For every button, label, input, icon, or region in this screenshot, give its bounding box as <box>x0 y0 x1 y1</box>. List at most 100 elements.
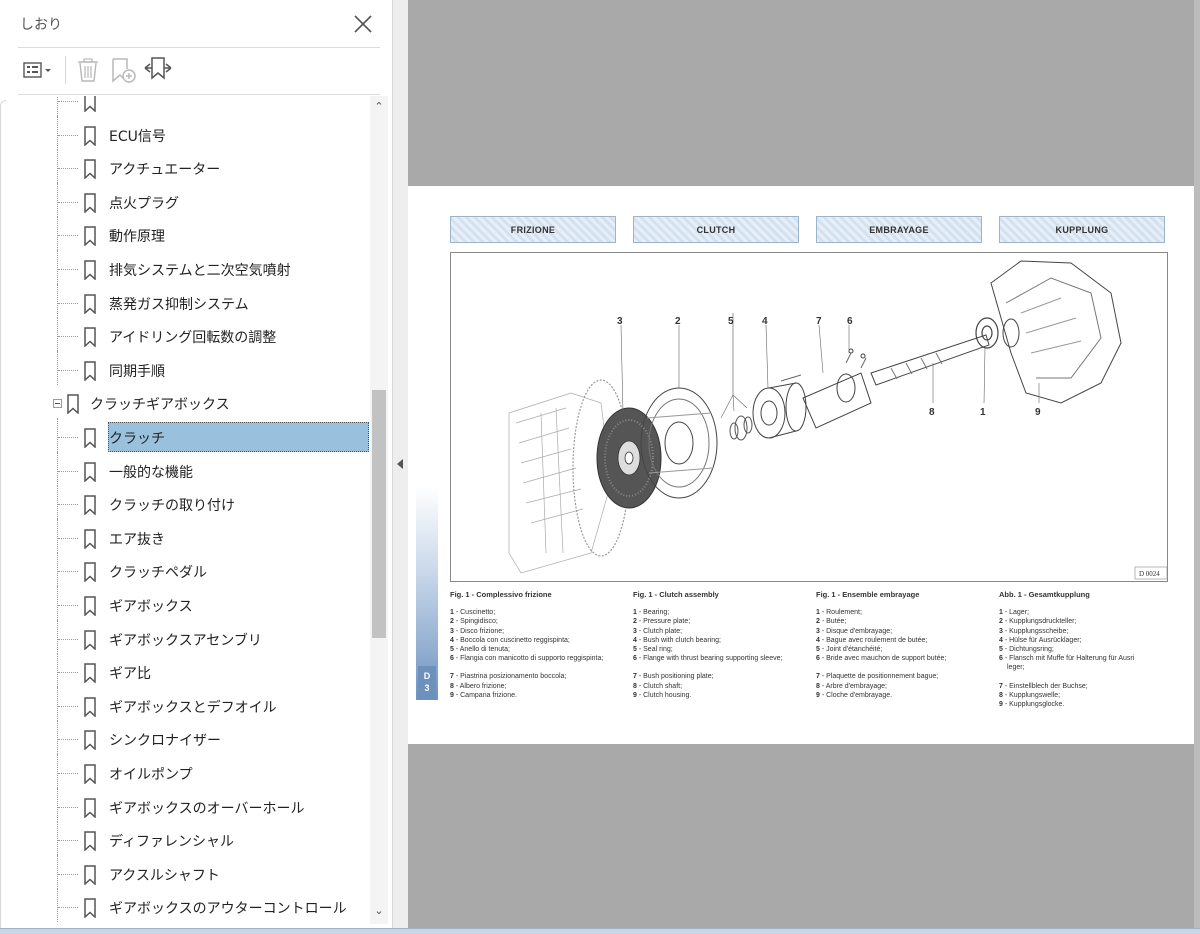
bookmark-icon <box>84 495 96 516</box>
trash-icon <box>78 58 98 82</box>
bookmark-item[interactable]: クラッチ <box>0 418 370 452</box>
bookmark-item[interactable]: エア抜き <box>0 518 370 553</box>
bookmark-item[interactable]: オイルポンプ <box>0 754 370 788</box>
collapse-toggle-icon[interactable] <box>53 399 62 409</box>
bookmark-icon <box>84 562 96 583</box>
bookmark-item[interactable]: アイドリング回転数の調整 <box>0 317 370 352</box>
bookmark-icon <box>84 865 96 885</box>
document-viewer[interactable]: FRIZIONE CLUTCH EMBRAYAGE KUPPLUNG D 3 3… <box>408 0 1200 928</box>
bookmark-icon <box>84 428 96 448</box>
bookmark-item[interactable]: ECU信号 <box>0 115 370 150</box>
bookmark-item[interactable]: ギアボックスのオーバーホール <box>0 787 370 822</box>
bookmark-label: ギアボックスのアウターコントロール <box>109 901 347 918</box>
bookmark-item[interactable] <box>0 96 370 116</box>
tree-guide-line <box>58 470 78 472</box>
bookmark-item[interactable]: 同期手順 <box>0 350 370 385</box>
collapse-panel-arrow-icon[interactable] <box>397 459 403 469</box>
caption-text: - Flangia con manicotto di supporto regg… <box>453 655 604 663</box>
bookmark-item[interactable]: 蒸発ガス抑制システム <box>0 283 370 318</box>
caption-text: - Bague avec roulement de butée; <box>819 636 928 644</box>
tree-guide-line <box>57 720 58 755</box>
bookmark-item[interactable]: アクチュエーター <box>0 149 370 184</box>
tree-guide-line <box>58 840 78 842</box>
callout-6: 6 <box>847 316 853 327</box>
bookmark-item[interactable]: クラッチペダル <box>0 552 370 587</box>
bookmark-item[interactable]: ギアボックスとデフオイル <box>0 686 370 721</box>
tree-guide-line <box>57 586 58 620</box>
caption-line: 8 - Kupplungswelle; <box>999 691 1177 700</box>
caption-line: 9 - Kupplungsglocke. <box>999 700 1177 709</box>
caption-text: - Cuscinetto; <box>453 609 496 617</box>
caption-text: - Arbre d'embrayage; <box>819 682 887 690</box>
add-bookmark-button[interactable] <box>108 54 138 86</box>
caption-line: 2 - Kupplungsdruckteller; <box>999 617 1177 626</box>
panel-splitter[interactable] <box>392 0 408 928</box>
bookmark-item[interactable]: ギアボックス <box>0 586 370 620</box>
bookmark-item[interactable]: 点火プラグ <box>0 182 370 217</box>
find-current-bookmark-button[interactable] <box>142 54 174 86</box>
delete-bookmark-button[interactable] <box>74 54 102 86</box>
tree-guide-line <box>58 571 78 573</box>
toolbar-divider-bottom <box>18 94 380 95</box>
caption-line: 6 - Flange with thrust bearing supportin… <box>633 654 811 663</box>
bookmark-label: ディファレンシャル <box>109 834 235 851</box>
tree-guide-line <box>58 134 78 136</box>
bookmark-item[interactable]: ディファレンシャル <box>0 821 370 856</box>
caption-text: - Flange with thrust bearing supporting … <box>636 655 783 663</box>
tree-guide-line <box>58 201 78 203</box>
close-panel-button[interactable] <box>350 11 376 37</box>
bookmark-icon <box>84 764 96 784</box>
clutch-exploded-figure: 3 2 5 4 7 6 8 1 9 D 0024 <box>450 252 1168 582</box>
bookmark-label: 蒸発ガス抑制システム <box>109 296 249 313</box>
bookmark-group[interactable]: クラッチギアボックス <box>0 388 370 418</box>
caption-line: 2 - Butée; <box>816 617 994 626</box>
tree-guide-line <box>57 451 58 486</box>
tree-guide-line <box>58 672 78 674</box>
bookmark-icon <box>84 697 96 717</box>
caption-line: 4 - Bague avec roulement de butée; <box>816 636 994 645</box>
caption-line: 3 - Clutch plate; <box>633 627 811 636</box>
tree-guide-line <box>58 235 78 237</box>
caption-title: Abb. 1 - Gesamtkupplung <box>999 590 1090 599</box>
bearing-bush-drawing <box>752 382 807 439</box>
callout-8: 8 <box>929 407 935 418</box>
tree-guide-line <box>58 504 78 506</box>
scroll-down-button[interactable]: ⌄ <box>370 904 388 920</box>
toolbar-divider <box>65 56 66 84</box>
viewer-scrollbar[interactable] <box>1194 0 1200 928</box>
tree-guide-line <box>57 619 58 654</box>
caption-text: - Clutch plate; <box>636 627 683 635</box>
tree-guide-line <box>57 418 58 452</box>
bookmark-item[interactable]: アクスルシャフト <box>0 854 370 889</box>
bookmark-options-icon <box>23 62 51 78</box>
caption-line: 7 - Piastrina posizionamento boccola; <box>450 672 628 681</box>
bookmark-item[interactable]: 排気システムと二次空気噴射 <box>0 250 370 284</box>
tree-guide-line <box>57 115 58 150</box>
caption-text: - Dichtungsring; <box>1002 646 1054 654</box>
bookmark-item[interactable]: クラッチの取り付け <box>0 485 370 520</box>
bookmark-item[interactable]: ギアボックスのアウターコントロール <box>0 888 370 923</box>
bookmark-item[interactable]: ギア比 <box>0 653 370 688</box>
document-page: FRIZIONE CLUTCH EMBRAYAGE KUPPLUNG D 3 3… <box>408 186 1194 744</box>
bookmark-item[interactable]: シンクロナイザー <box>0 720 370 755</box>
bookmark-item[interactable]: 一般的な機能 <box>0 451 370 486</box>
tree-scrollbar[interactable]: ⌃ ⌄ <box>370 96 388 924</box>
section-tag: D 3 <box>418 666 436 700</box>
panel-header: しおり <box>0 0 395 48</box>
bookmark-label: ギア比 <box>109 666 151 683</box>
bookmark-label: アクチュエーター <box>109 162 221 179</box>
caption-text: - Piastrina posizionamento boccola; <box>453 673 567 681</box>
tree-guide-line <box>58 269 78 270</box>
scroll-thumb[interactable] <box>372 390 386 638</box>
tree-guide-line <box>57 552 58 587</box>
caption-text: - Cloche d'embrayage. <box>819 691 893 699</box>
tree-guide-line <box>58 739 78 741</box>
bookmark-item[interactable]: ギアボックスアセンブリ <box>0 619 370 654</box>
bookmark-item[interactable]: 動作原理 <box>0 216 370 251</box>
scroll-up-button[interactable]: ⌃ <box>370 100 388 116</box>
caption-line: 1 - Cuscinetto; <box>450 608 628 617</box>
bookmark-label: ギアボックス <box>109 599 193 615</box>
tree-guide-line <box>57 821 58 856</box>
bookmark-options-button[interactable] <box>20 54 56 86</box>
